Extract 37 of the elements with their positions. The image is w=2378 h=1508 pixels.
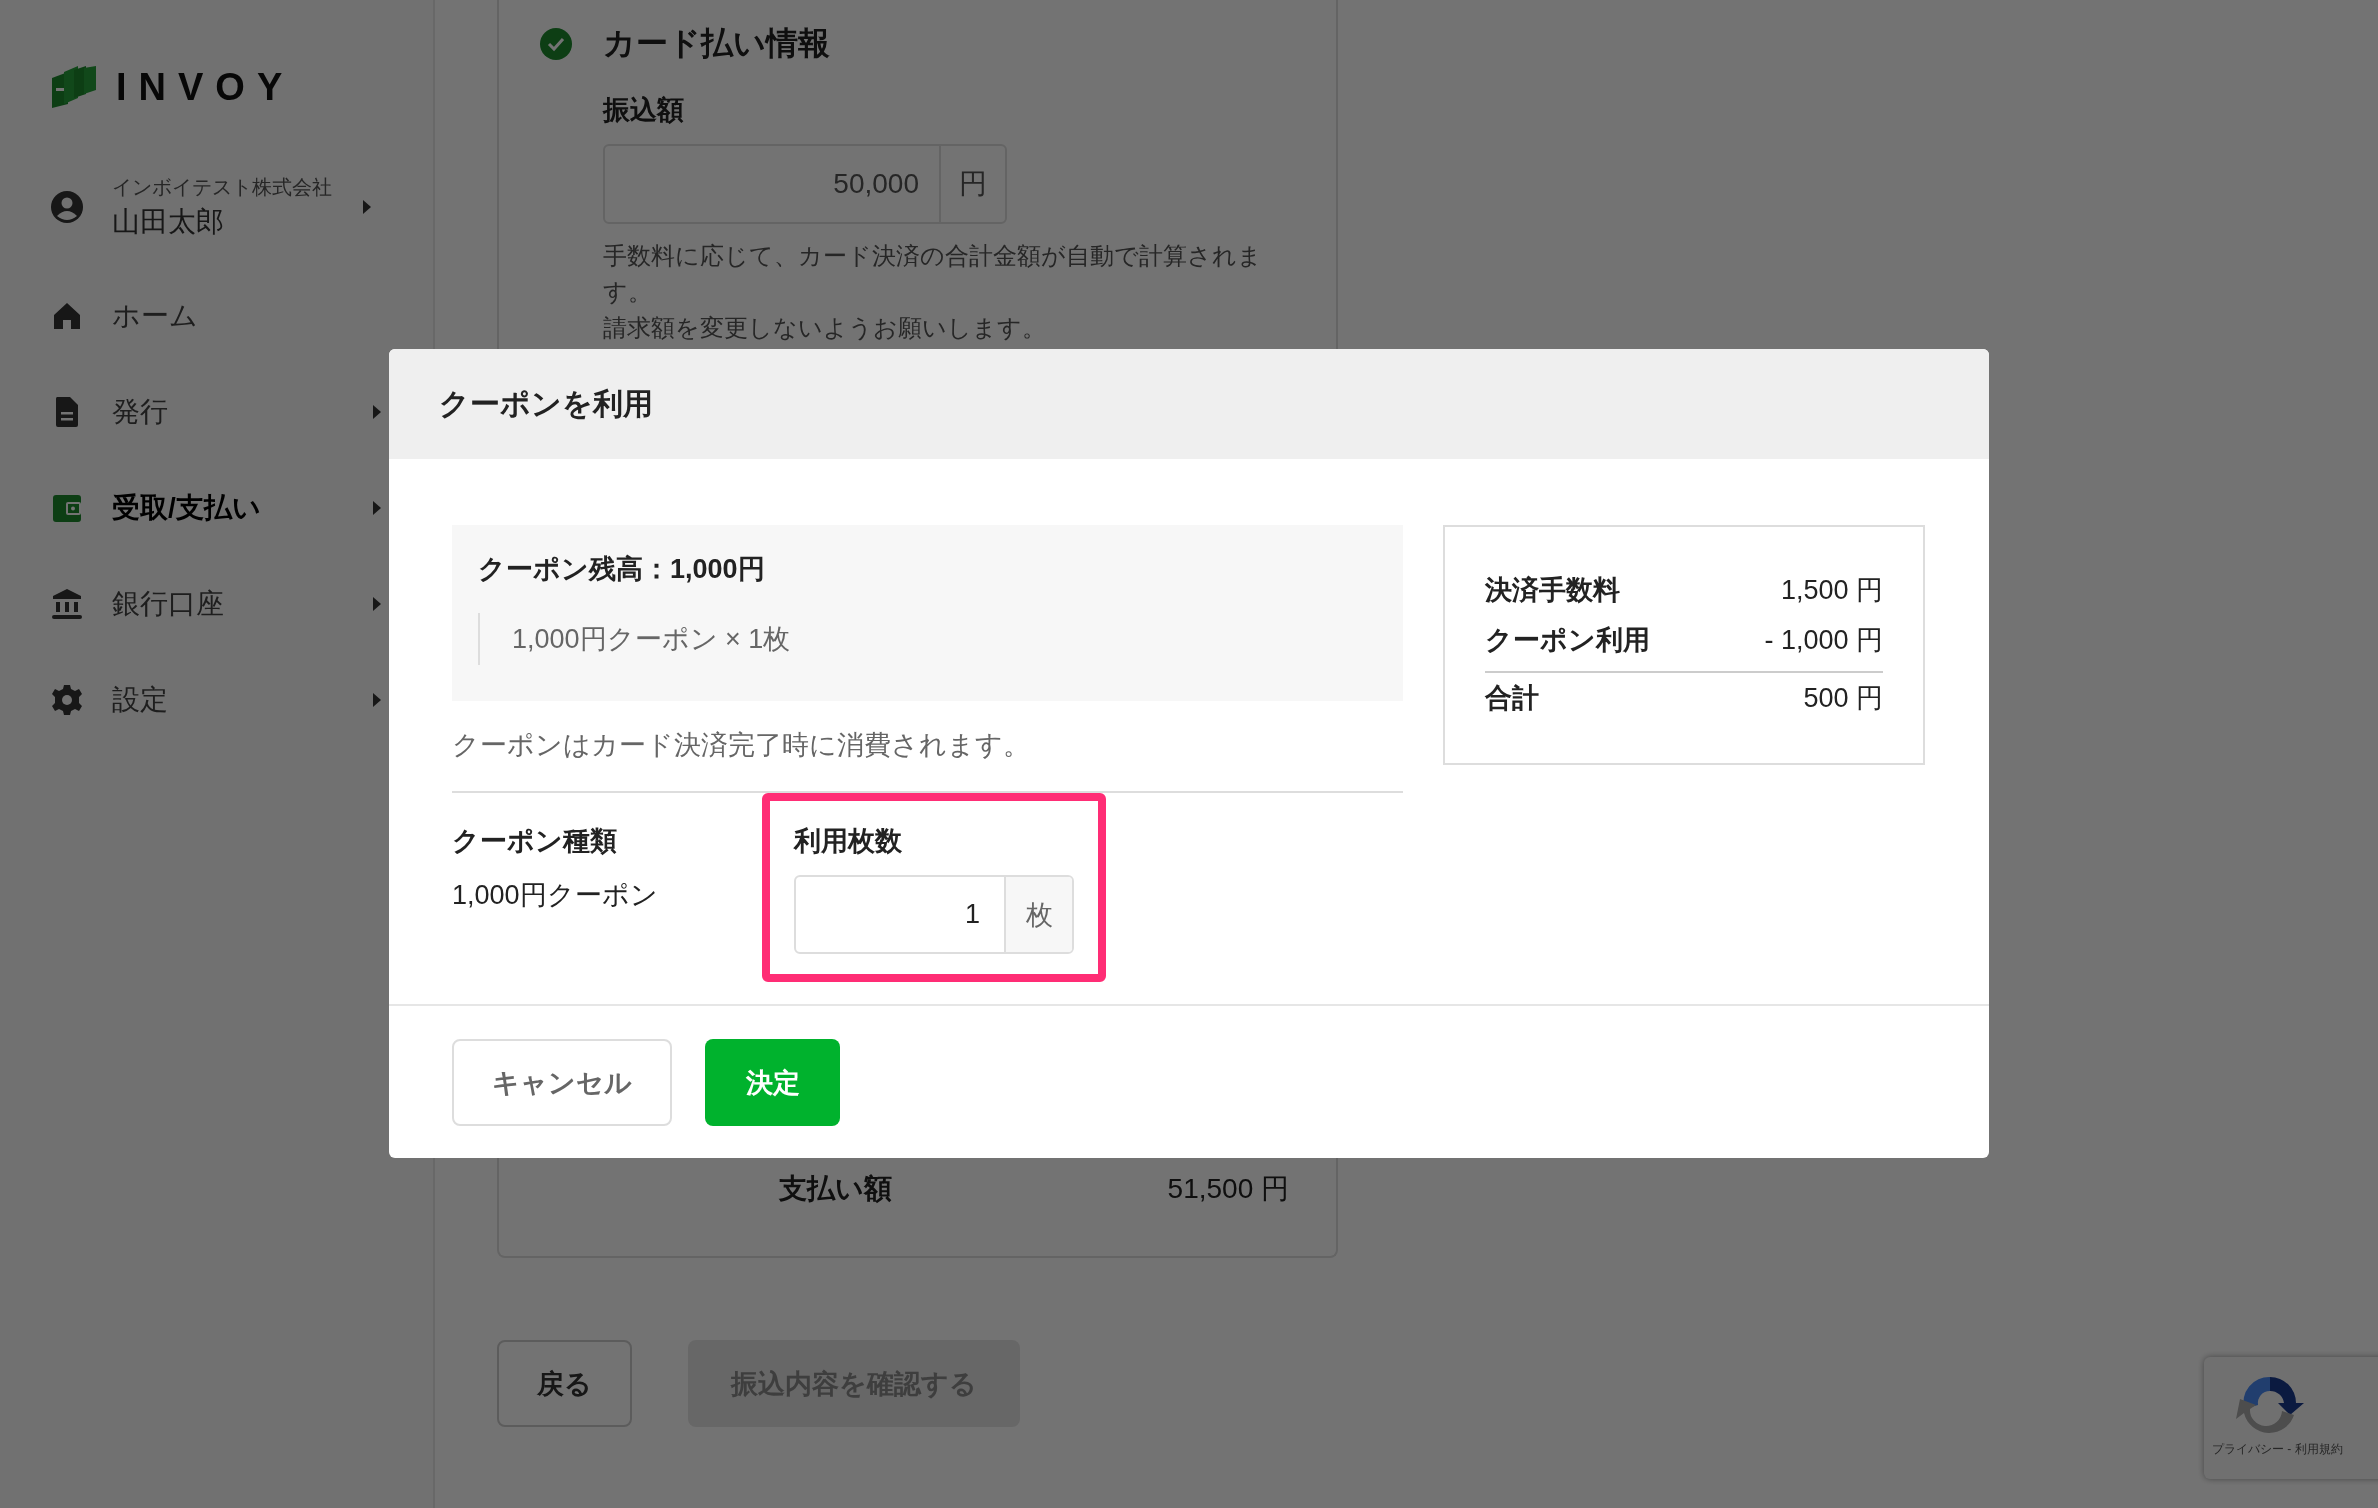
sidebar-item[interactable]: 設定 [50,652,433,748]
count-label: 利用枚数 [794,825,903,858]
logo-icon [50,64,98,110]
card-title: カード払い情報 [603,24,830,63]
confirm-button[interactable]: 決定 [705,1039,840,1126]
logo-text: INVOY [116,65,295,109]
company-name: インボイテスト株式会社 [112,174,333,200]
coupon-balance: クーポン残高：1,000円 [478,553,766,586]
gear-icon [50,683,84,717]
field-label: 振込額 [603,94,685,127]
total-label: 合計 [1485,682,1539,715]
help-text: 請求額を変更しないようお願いします。 [603,313,1047,343]
sidebar-item[interactable]: 発行 [50,364,433,460]
coupon-type-label: クーポン種類 [452,825,618,858]
user-name[interactable]: 山田太郎 [112,202,342,241]
recaptcha-links[interactable]: プライバシー - 利用規約 [2212,1441,2343,1458]
user-icon[interactable] [50,190,84,224]
coupon-note: クーポンはカード決済完了時に消費されます。 [452,727,1403,793]
total-value: 500 円 [1803,682,1883,715]
cancel-button[interactable]: キャンセル [452,1039,672,1126]
summary-label: 決済手数料 [1485,574,1620,607]
summary-label: クーポン利用 [1485,624,1650,657]
payment-label: 支払い額 [779,1172,892,1206]
amount-field[interactable]: 50,000 円 [603,144,1007,224]
summary-value: 1,500 円 [1780,574,1883,607]
sidebar-item[interactable]: ホーム [50,268,433,364]
coupon-type-value: 1,000円クーポン [452,879,659,912]
payment-amount: 51,500 円 [1167,1172,1289,1206]
bank-icon [50,587,84,621]
dialog-title: クーポンを利用 [439,385,653,422]
count-field[interactable]: 1 枚 [794,875,1074,954]
sidebar-item[interactable]: 銀行口座 [50,556,433,652]
summary-value: - 1,000 円 [1764,624,1883,657]
back-button[interactable]: 戻る [497,1340,632,1427]
help-text: 手数料に応じて、カード決済の合計金額が自動で計算されます。 [603,241,1263,307]
coupon-item: 1,000円クーポン × 1枚 [478,613,1377,665]
sidebar-item[interactable]: 受取/支払い [50,460,433,556]
